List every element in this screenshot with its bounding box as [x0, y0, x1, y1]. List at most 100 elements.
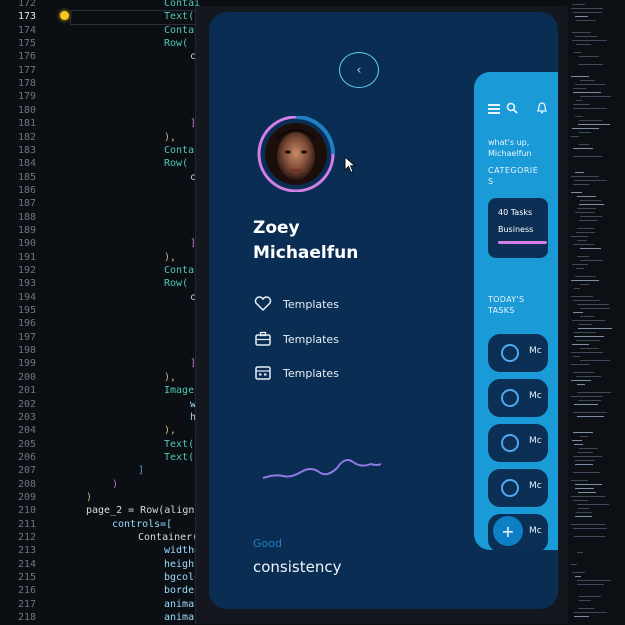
minimap-line	[572, 4, 585, 5]
line-number: 205	[17, 438, 36, 450]
user-name: Zoey Michaelfun	[253, 218, 359, 263]
minimap-line	[580, 260, 603, 261]
menu-item-templates-1[interactable]: Templates	[253, 294, 339, 314]
line-number: 184	[17, 158, 36, 170]
minimap-line	[577, 384, 585, 385]
line-number: 200	[17, 371, 36, 383]
line-number: 199	[17, 358, 36, 370]
menu-item-label: Templates	[283, 332, 339, 346]
line-number: 187	[17, 198, 36, 210]
phone-screen: ‹ Zoey Michaelfun Templates Templates Te…	[209, 12, 558, 609]
minimap-line	[578, 596, 601, 597]
minimap-line	[577, 208, 596, 209]
line-number: 208	[17, 478, 36, 490]
minimap-line	[579, 132, 591, 133]
minimap-line	[574, 444, 583, 445]
minimap-line	[573, 148, 593, 149]
avatar[interactable]	[253, 116, 343, 192]
minimap-line	[574, 288, 580, 289]
line-number: 207	[17, 465, 36, 477]
code-line: )	[86, 491, 93, 503]
minimap-line	[573, 156, 602, 157]
minimap-line	[574, 336, 604, 337]
minimap-line	[573, 104, 590, 105]
category-progress-bar	[498, 241, 548, 244]
code-line: Row(	[164, 38, 189, 50]
task-label: Mc	[529, 346, 542, 356]
line-number: 190	[17, 238, 36, 250]
minimap-line	[580, 216, 602, 217]
minimap-line	[580, 284, 589, 285]
task-item[interactable]: Mc	[488, 424, 548, 462]
minimap-line	[575, 576, 581, 577]
minimap-line	[578, 124, 610, 125]
minimap-line	[573, 88, 586, 89]
minimap-line	[576, 376, 601, 377]
line-number: 181	[17, 118, 36, 130]
minimap-line	[571, 352, 603, 353]
minimap-line	[571, 564, 577, 565]
minimap-line	[578, 324, 592, 325]
menu-icon[interactable]	[488, 99, 500, 118]
line-number: 204	[17, 425, 36, 437]
lightbulb-icon[interactable]	[60, 11, 69, 20]
task-checkbox[interactable]	[501, 344, 519, 362]
minimap-line	[571, 176, 599, 177]
code-line: ]	[138, 465, 145, 477]
minimap-line	[573, 528, 607, 529]
minimap-line	[579, 220, 598, 221]
add-task-button[interactable]: +	[493, 516, 523, 546]
minimap-line	[571, 280, 599, 281]
consistency-label: consistency	[253, 558, 342, 576]
minimap-line	[579, 600, 591, 601]
back-button[interactable]: ‹	[339, 52, 379, 88]
minimap-line	[573, 300, 600, 301]
minimap-line	[573, 12, 602, 13]
line-number: 177	[17, 64, 36, 76]
minimap-line	[576, 44, 591, 45]
line-number: 212	[17, 532, 36, 543]
minimap-line	[576, 232, 595, 233]
code-line: ),	[164, 131, 177, 143]
line-number: 189	[17, 224, 36, 236]
line-number: 185	[17, 171, 36, 183]
code-line: Container(	[138, 532, 199, 543]
minimap-line	[571, 76, 589, 77]
menu-item-templates-2[interactable]: Templates	[253, 329, 339, 349]
minimap-line	[572, 264, 588, 265]
code-line: page_2 = Row(align	[86, 505, 195, 517]
home-screen-panel: what's up, Michaelfun CATEGORIE S 40 Tas…	[474, 72, 558, 550]
task-item[interactable]: Mc	[488, 469, 548, 507]
minimap-line	[571, 136, 579, 137]
menu-item-templates-3[interactable]: Templates	[253, 363, 339, 383]
minimap-line	[580, 248, 601, 249]
line-number: 215	[17, 572, 36, 584]
minimap-line	[577, 416, 604, 417]
calendar-icon	[253, 365, 273, 381]
minimap-line	[571, 524, 606, 525]
minimap[interactable]	[565, 0, 625, 625]
minimap-line	[572, 320, 605, 321]
minimap-line	[578, 608, 594, 609]
minimap-line	[573, 412, 607, 413]
minimap-line	[577, 196, 596, 197]
minimap-line	[572, 128, 599, 129]
task-checkbox[interactable]	[501, 389, 519, 407]
minimap-line	[577, 452, 593, 453]
line-number: 209	[17, 491, 36, 503]
good-label: Good	[253, 537, 282, 550]
search-icon[interactable]	[506, 99, 518, 118]
minimap-line	[574, 180, 607, 181]
category-card-business[interactable]: 40 Tasks Business	[488, 198, 548, 258]
minimap-line	[574, 332, 596, 333]
task-checkbox[interactable]	[501, 434, 519, 452]
minimap-line	[573, 472, 600, 473]
minimap-line	[575, 516, 592, 517]
minimap-line	[575, 172, 584, 173]
task-item[interactable]: Mc	[488, 379, 548, 417]
task-item[interactable]: Mc	[488, 334, 548, 372]
minimap-line	[571, 480, 588, 481]
task-checkbox[interactable]	[501, 479, 519, 497]
bell-icon[interactable]	[536, 99, 548, 118]
code-line: Text(	[164, 451, 195, 463]
